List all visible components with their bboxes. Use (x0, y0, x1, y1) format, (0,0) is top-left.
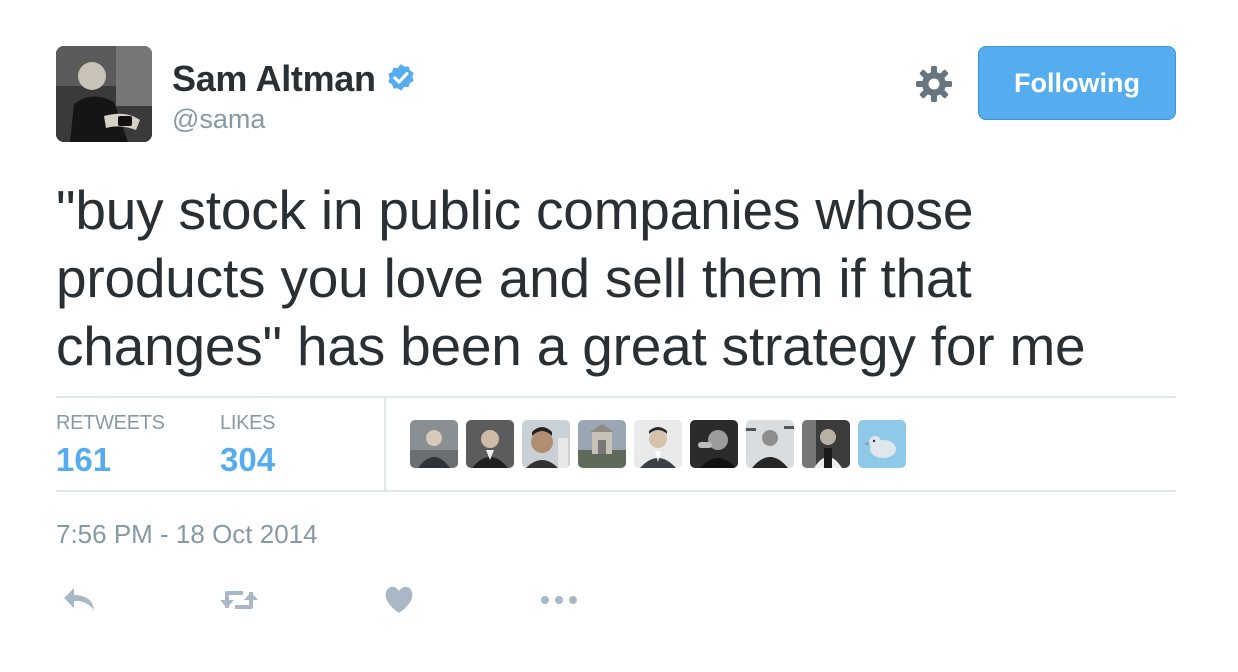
liker-avatar[interactable] (690, 420, 738, 468)
likes-label: LIKES (220, 412, 276, 434)
retweets-label: RETWEETS (56, 412, 165, 434)
user-avatar[interactable] (56, 46, 152, 142)
liker-avatar[interactable] (466, 420, 514, 468)
verified-badge-icon (388, 64, 414, 91)
liker-avatars (410, 420, 906, 468)
liker-avatar[interactable] (410, 420, 458, 468)
liker-avatar[interactable] (746, 420, 794, 468)
display-name[interactable]: Sam Altman (172, 58, 376, 100)
tweet-timestamp[interactable]: 7:56 PM - 18 Oct 2014 (56, 519, 318, 550)
heart-icon[interactable] (376, 580, 422, 620)
retweets-stat[interactable]: RETWEETS 161 (56, 412, 165, 479)
liker-avatar[interactable] (522, 420, 570, 468)
likes-count: 304 (220, 441, 276, 478)
liker-avatar[interactable] (802, 420, 850, 468)
stats-divider-bottom (56, 490, 1176, 492)
likes-stat[interactable]: LIKES 304 (220, 412, 276, 479)
screen-name[interactable]: @sama (172, 104, 265, 135)
reply-icon[interactable] (56, 580, 102, 620)
user-name-row: Sam Altman (172, 58, 418, 100)
liker-avatar[interactable] (858, 420, 906, 468)
tweet-text: "buy stock in public companies whose pro… (56, 179, 1086, 377)
liker-avatar[interactable] (634, 420, 682, 468)
tweet-card: Sam Altman @sama Following "buy stock in… (0, 0, 1238, 672)
retweets-count: 161 (56, 441, 112, 478)
retweet-icon[interactable] (216, 580, 262, 620)
more-icon[interactable] (536, 580, 582, 620)
liker-avatar[interactable] (578, 420, 626, 468)
stats-separator (384, 397, 386, 490)
following-button[interactable]: Following (978, 46, 1176, 120)
stats-divider-top (56, 396, 1176, 398)
gear-icon[interactable] (914, 64, 954, 104)
